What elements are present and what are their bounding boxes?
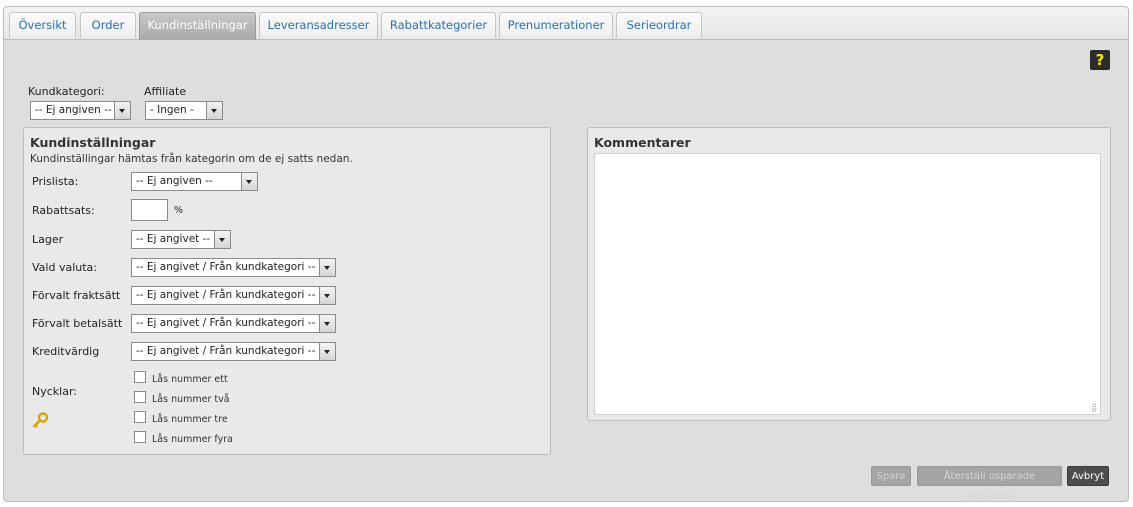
resize-grip-icon[interactable]: ⣿ bbox=[1091, 403, 1097, 412]
payment-value: -- Ej angivet / Från kundkategori -- bbox=[136, 317, 316, 329]
keys-label: Nycklar: bbox=[32, 385, 77, 398]
warehouse-label: Lager bbox=[32, 233, 64, 246]
settings-title: Kundinställningar bbox=[30, 135, 156, 150]
settings-panel: Kundinställningar Kundinställingar hämta… bbox=[23, 127, 551, 455]
discount-unit: % bbox=[174, 205, 184, 216]
warehouse-value: -- Ej angivet -- bbox=[136, 233, 211, 245]
chevron-down-icon bbox=[214, 231, 230, 248]
cancel-button[interactable]: Avbryt bbox=[1067, 466, 1109, 486]
pricelist-value: -- Ej angiven -- bbox=[136, 175, 213, 187]
creditworthy-label: Kreditvärdig bbox=[32, 345, 100, 358]
chevron-down-icon bbox=[319, 343, 335, 360]
tab-serieordrar[interactable]: Serieordrar bbox=[616, 12, 702, 38]
discount-label: Rabattsats: bbox=[32, 204, 95, 217]
customer-editor: Översikt Order Kundinställningar Leveran… bbox=[3, 6, 1129, 502]
lock-one-checkbox[interactable] bbox=[134, 371, 146, 383]
chevron-down-icon bbox=[319, 315, 335, 332]
tab-order[interactable]: Order bbox=[80, 12, 136, 38]
creditworthy-select[interactable]: -- Ej angivet / Från kundkategori -- bbox=[131, 342, 336, 361]
tab-leveransadresser[interactable]: Leveransadresser bbox=[259, 12, 378, 38]
comments-textarea[interactable]: ⣿ bbox=[594, 153, 1101, 415]
customer-category-select[interactable]: -- Ej angiven -- bbox=[30, 101, 131, 120]
lock-two-label: Lås nummer två bbox=[152, 394, 230, 405]
lock-three-label: Lås nummer tre bbox=[152, 414, 228, 425]
comments-title: Kommentarer bbox=[594, 135, 691, 150]
warehouse-select[interactable]: -- Ej angivet -- bbox=[131, 230, 231, 249]
customer-category-label: Kundkategori: bbox=[28, 85, 105, 98]
reset-button[interactable]: Återställ osparade ändringar bbox=[917, 466, 1062, 502]
payment-label: Förvalt betalsätt bbox=[32, 317, 123, 330]
creditworthy-value: -- Ej angivet / Från kundkategori -- bbox=[136, 345, 316, 357]
help-icon[interactable]: ? bbox=[1090, 50, 1110, 70]
chevron-down-icon bbox=[319, 259, 335, 276]
affiliate-value: - Ingen - bbox=[150, 104, 194, 116]
currency-select[interactable]: -- Ej angivet / Från kundkategori -- bbox=[131, 258, 336, 277]
lock-four-label: Lås nummer fyra bbox=[152, 434, 233, 445]
lock-two-checkbox[interactable] bbox=[134, 391, 146, 403]
affiliate-select[interactable]: - Ingen - bbox=[145, 101, 223, 120]
lock-four-checkbox[interactable] bbox=[134, 431, 146, 443]
discount-input[interactable] bbox=[131, 199, 168, 221]
chevron-down-icon bbox=[319, 287, 335, 304]
shipping-select[interactable]: -- Ej angivet / Från kundkategori -- bbox=[131, 286, 336, 305]
save-button[interactable]: Spara bbox=[871, 466, 911, 486]
tab-prenumerationer[interactable]: Prenumerationer bbox=[499, 12, 613, 38]
currency-label: Vald valuta: bbox=[32, 261, 97, 274]
tab-oversikt[interactable]: Översikt bbox=[9, 12, 76, 38]
shipping-value: -- Ej angivet / Från kundkategori -- bbox=[136, 289, 316, 301]
payment-select[interactable]: -- Ej angivet / Från kundkategori -- bbox=[131, 314, 336, 333]
settings-subtitle: Kundinställingar hämtas från kategorin o… bbox=[30, 153, 353, 165]
chevron-down-icon bbox=[114, 102, 130, 119]
tab-rabattkategorier[interactable]: Rabattkategorier bbox=[381, 12, 496, 38]
chevron-down-icon bbox=[241, 173, 257, 190]
pricelist-select[interactable]: -- Ej angiven -- bbox=[131, 172, 258, 191]
customer-category-value: -- Ej angiven -- bbox=[35, 104, 112, 116]
tab-bar: Översikt Order Kundinställningar Leveran… bbox=[4, 7, 1128, 40]
comments-panel: Kommentarer ⣿ bbox=[587, 127, 1111, 421]
lock-three-checkbox[interactable] bbox=[134, 411, 146, 423]
tab-kundinstallningar[interactable]: Kundinställningar bbox=[139, 12, 256, 40]
lock-one-label: Lås nummer ett bbox=[152, 374, 228, 385]
shipping-label: Förvalt fraktsätt bbox=[32, 289, 121, 302]
pricelist-label: Prislista: bbox=[32, 175, 79, 188]
chevron-down-icon bbox=[206, 102, 222, 119]
currency-value: -- Ej angivet / Från kundkategori -- bbox=[136, 261, 316, 273]
affiliate-label: Affiliate bbox=[144, 85, 187, 98]
key-icon bbox=[32, 412, 49, 428]
